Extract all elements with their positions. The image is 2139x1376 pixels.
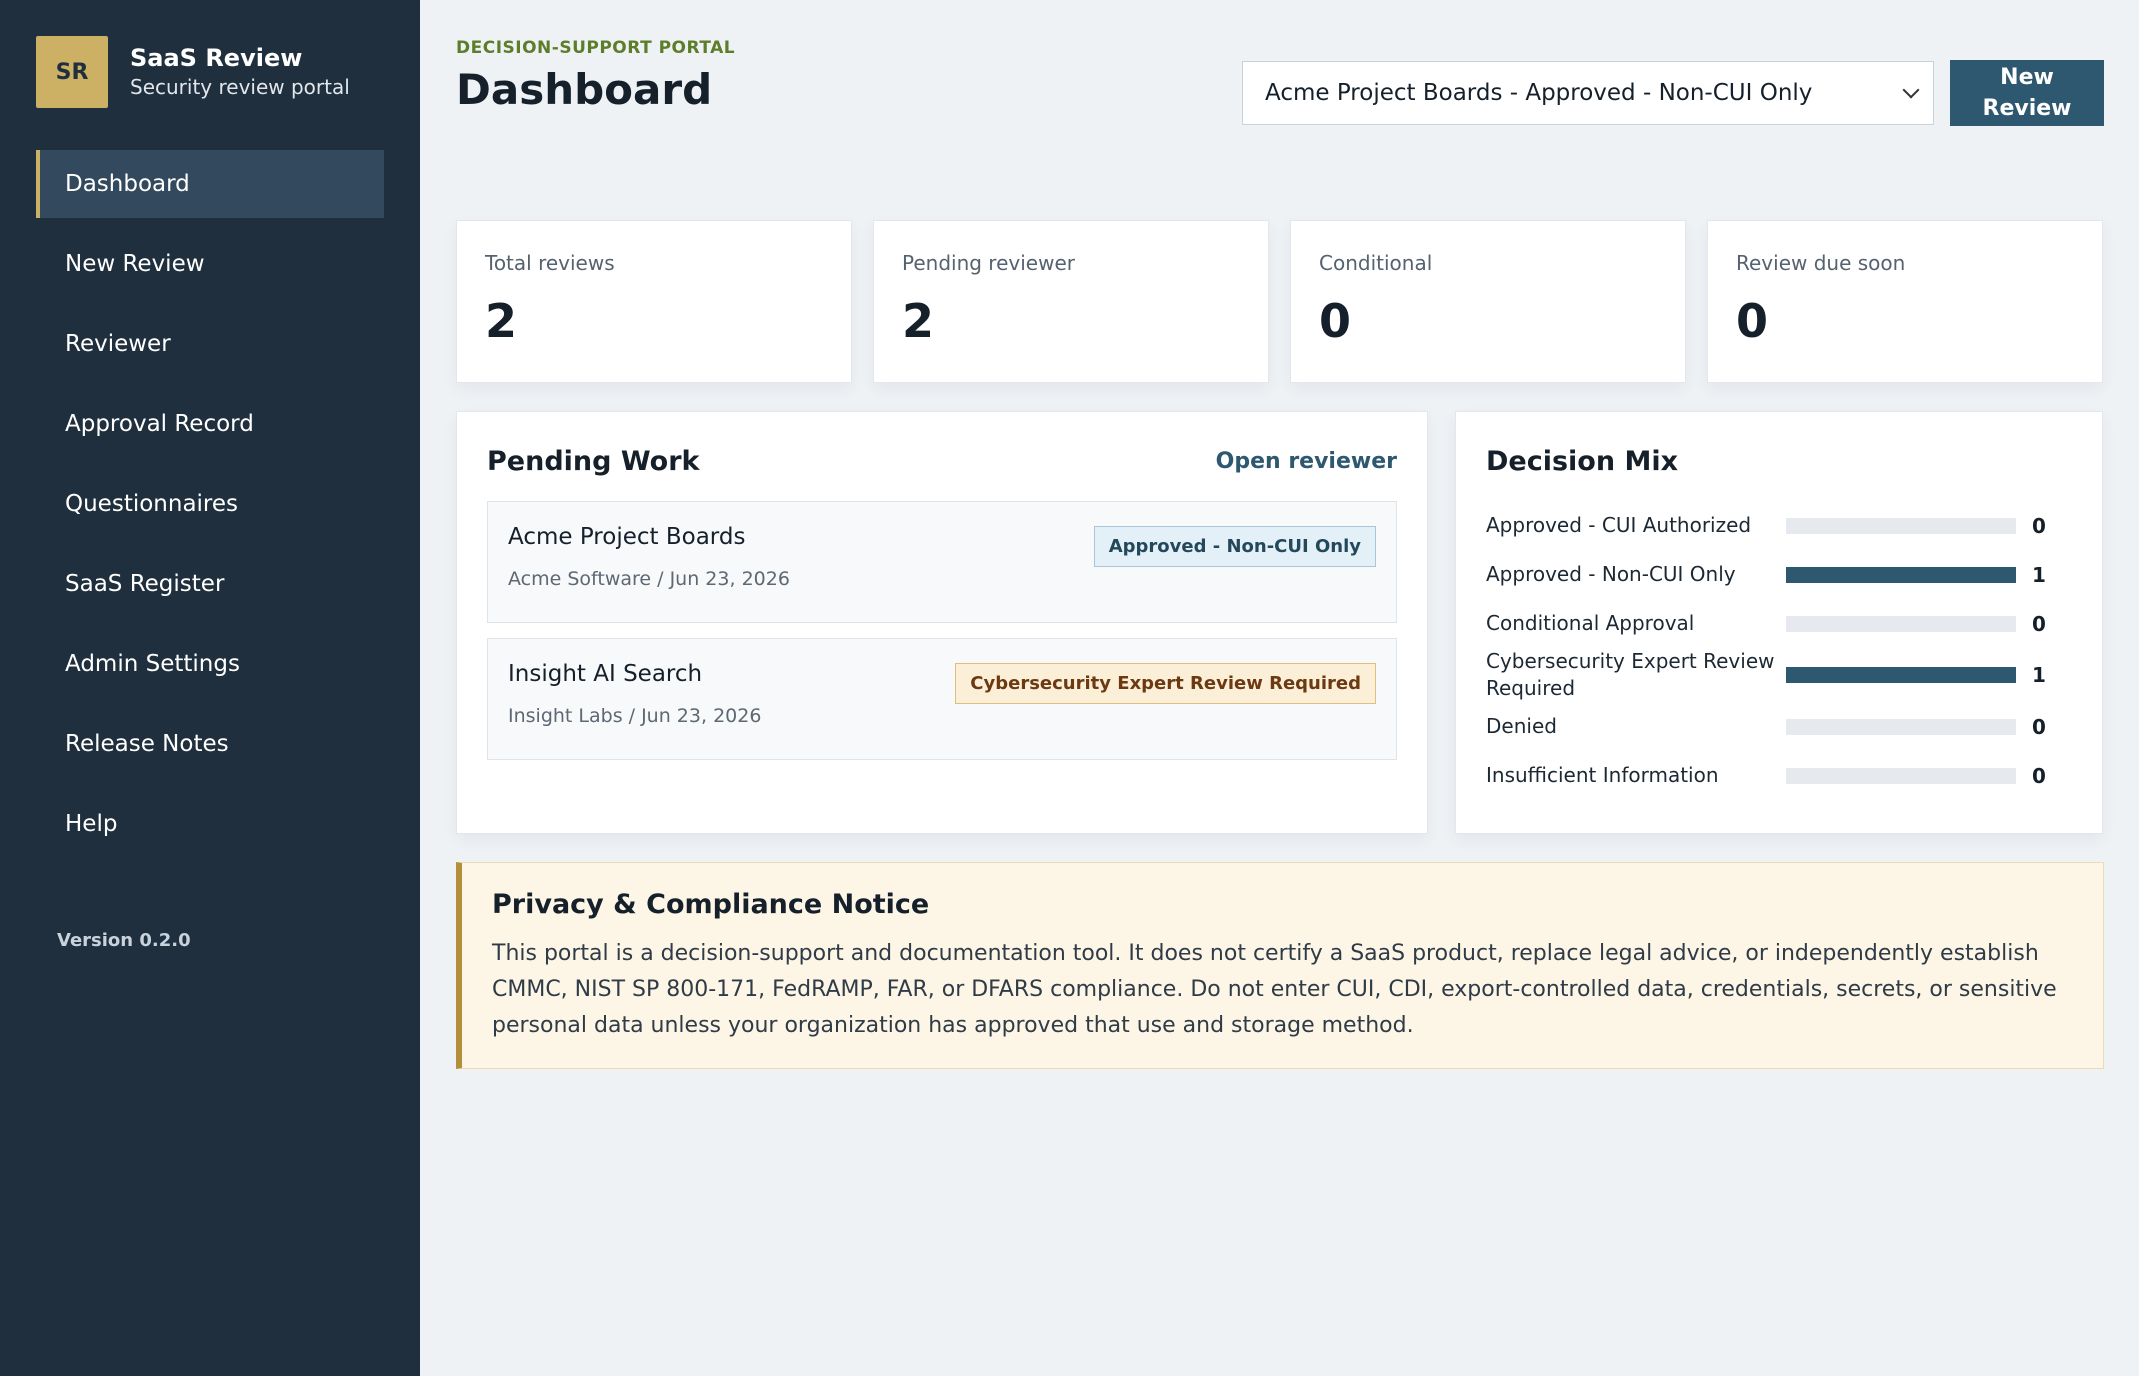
- title-block: DECISION-SUPPORT PORTAL Dashboard: [456, 38, 735, 116]
- decision-mix-row: Conditional Approval 0: [1486, 599, 2072, 648]
- sidebar-item-questionnaires[interactable]: Questionnaires: [36, 470, 384, 538]
- decision-mix-label: Denied: [1486, 714, 1557, 738]
- stat-card-total-reviews: Total reviews 2: [456, 220, 852, 383]
- decision-mix-list: Approved - CUI Authorized 0 Approved - N…: [1486, 501, 2072, 800]
- status-badge: Approved - Non-CUI Only: [1093, 526, 1376, 567]
- decision-mix-bar-track: [1786, 718, 2016, 735]
- brand: SR SaaS Review Security review portal: [36, 36, 384, 108]
- chevron-down-icon: [1902, 81, 1920, 99]
- header-actions: Acme Project Boards - Approved - Non-CUI…: [1242, 60, 2104, 126]
- stat-value: 0: [1736, 294, 1769, 348]
- stat-card-pending-reviewer: Pending reviewer 2: [873, 220, 1269, 383]
- brand-logo: SR: [36, 36, 108, 108]
- sidebar-item-reviewer[interactable]: Reviewer: [36, 310, 384, 378]
- work-item-name: Insight AI Search: [508, 661, 703, 687]
- decision-mix-count: 0: [2032, 714, 2046, 739]
- decision-mix-bar: [1786, 667, 2016, 683]
- work-item-info: Acme Project Boards Acme Software / Jun …: [508, 524, 790, 590]
- stat-label: Review due soon: [1736, 251, 1906, 275]
- privacy-notice: Privacy & Compliance Notice This portal …: [456, 862, 2104, 1069]
- decision-mix-count: 0: [2032, 611, 2046, 636]
- decision-mix-row: Approved - CUI Authorized 0: [1486, 501, 2072, 550]
- privacy-notice-body: This portal is a decision-support and do…: [492, 941, 2057, 1038]
- sidebar-item-release-notes[interactable]: Release Notes: [36, 710, 384, 778]
- pending-work-header: Pending Work Open reviewer: [487, 446, 1397, 477]
- decision-mix-count: 0: [2032, 513, 2046, 538]
- sidebar: SR SaaS Review Security review portal Da…: [0, 0, 420, 1376]
- app-shell: SR SaaS Review Security review portal Da…: [0, 0, 2139, 1376]
- sidebar-nav: Dashboard New Review Reviewer Approval R…: [36, 150, 384, 858]
- decision-mix-row: Denied 0: [1486, 702, 2072, 751]
- pending-work-panel: Pending Work Open reviewer Acme Project …: [456, 411, 1428, 834]
- decision-mix-row: Insufficient Information 0: [1486, 751, 2072, 800]
- main-content: DECISION-SUPPORT PORTAL Dashboard Acme P…: [420, 0, 2139, 1376]
- decision-mix-count: 1: [2032, 663, 2046, 687]
- decision-mix-label: Cybersecurity Expert Review Required: [1486, 649, 1775, 700]
- decision-mix-bar-track: [1786, 615, 2016, 632]
- decision-mix-bar-track: [1786, 667, 2016, 683]
- stat-value: 0: [1319, 294, 1352, 348]
- decision-mix-label: Insufficient Information: [1486, 763, 1719, 787]
- decision-mix-label: Approved - CUI Authorized: [1486, 513, 1752, 537]
- pending-work-title: Pending Work: [487, 446, 700, 477]
- decision-mix-header: Decision Mix: [1486, 446, 2072, 477]
- brand-subtitle: Security review portal: [130, 75, 350, 99]
- decision-mix-label: Approved - Non-CUI Only: [1486, 562, 1736, 586]
- new-review-button[interactable]: New Review: [1950, 60, 2104, 126]
- decision-mix-panel: Decision Mix Approved - CUI Authorized 0…: [1455, 411, 2103, 834]
- stats-row: Total reviews 2 Pending reviewer 2 Condi…: [456, 220, 2104, 383]
- page-title: Dashboard: [456, 65, 713, 114]
- brand-title: SaaS Review: [130, 44, 303, 72]
- page-eyebrow: DECISION-SUPPORT PORTAL: [456, 38, 736, 58]
- stat-label: Conditional: [1319, 251, 1433, 275]
- decision-mix-count: 0: [2032, 763, 2046, 788]
- work-item-info: Insight AI Search Insight Labs / Jun 23,…: [508, 661, 761, 727]
- brand-text: SaaS Review Security review portal: [130, 43, 350, 101]
- decision-mix-bar-track: [1786, 566, 2016, 583]
- open-reviewer-link[interactable]: Open reviewer: [1216, 449, 1397, 474]
- privacy-notice-title: Privacy & Compliance Notice: [492, 889, 930, 920]
- decision-mix-count: 1: [2032, 562, 2046, 587]
- work-item-name: Acme Project Boards: [508, 524, 746, 550]
- decision-mix-title: Decision Mix: [1486, 446, 1679, 477]
- page-header: DECISION-SUPPORT PORTAL Dashboard Acme P…: [456, 38, 2104, 168]
- decision-mix-bar-track: [1786, 517, 2016, 534]
- stat-card-review-due-soon: Review due soon 0: [1707, 220, 2103, 383]
- sidebar-item-approval-record[interactable]: Approval Record: [36, 390, 384, 458]
- decision-mix-bar: [1786, 566, 2016, 583]
- sidebar-item-dashboard[interactable]: Dashboard: [36, 150, 384, 218]
- review-select[interactable]: Acme Project Boards - Approved - Non-CUI…: [1242, 61, 1934, 125]
- work-item-meta: Acme Software / Jun 23, 2026: [508, 568, 790, 590]
- decision-mix-row: Cybersecurity Expert Review Required 1: [1486, 648, 2072, 702]
- pending-work-item[interactable]: Insight AI Search Insight Labs / Jun 23,…: [487, 638, 1397, 760]
- sidebar-item-saas-register[interactable]: SaaS Register: [36, 550, 384, 618]
- decision-mix-label: Conditional Approval: [1486, 611, 1695, 635]
- stat-card-conditional: Conditional 0: [1290, 220, 1686, 383]
- stat-label: Pending reviewer: [902, 251, 1075, 275]
- status-badge: Cybersecurity Expert Review Required: [955, 663, 1376, 704]
- review-select-value: Acme Project Boards - Approved - Non-CUI…: [1265, 80, 1813, 106]
- version-label: Version 0.2.0: [57, 930, 191, 951]
- pending-work-item[interactable]: Acme Project Boards Acme Software / Jun …: [487, 501, 1397, 623]
- sidebar-item-new-review[interactable]: New Review: [36, 230, 384, 298]
- decision-mix-row: Approved - Non-CUI Only 1: [1486, 550, 2072, 599]
- stat-label: Total reviews: [485, 251, 615, 275]
- panels-row: Pending Work Open reviewer Acme Project …: [456, 411, 2104, 834]
- stat-value: 2: [902, 294, 935, 348]
- sidebar-item-help[interactable]: Help: [36, 790, 384, 858]
- sidebar-item-admin-settings[interactable]: Admin Settings: [36, 630, 384, 698]
- decision-mix-bar-track: [1786, 767, 2016, 784]
- work-item-meta: Insight Labs / Jun 23, 2026: [508, 705, 762, 727]
- stat-value: 2: [485, 294, 518, 348]
